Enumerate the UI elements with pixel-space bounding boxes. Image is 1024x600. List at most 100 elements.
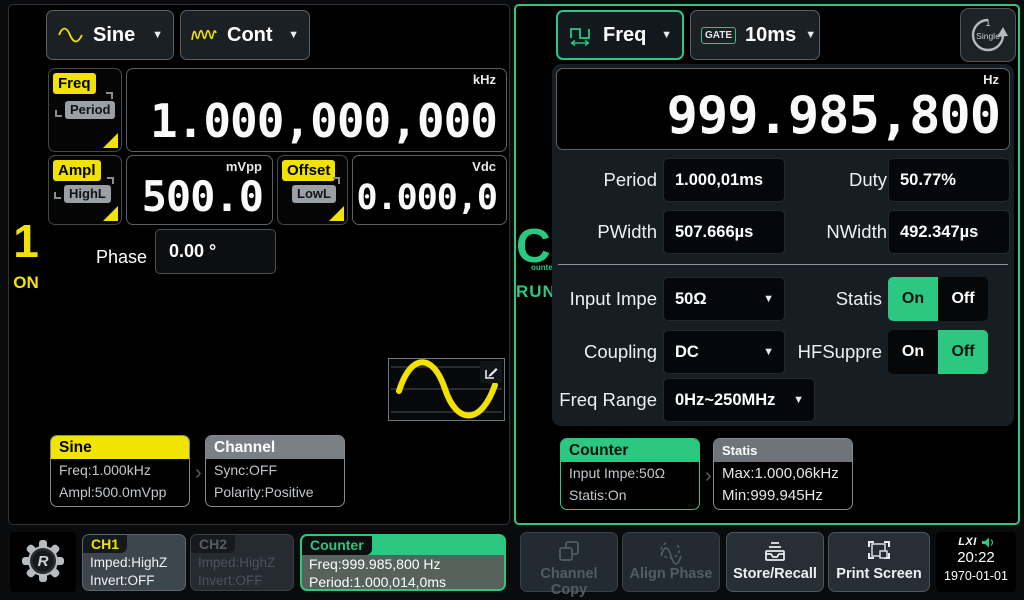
statis-off-button[interactable]: Off	[938, 277, 988, 321]
corner-mark	[54, 192, 61, 199]
chevron-down-icon: ▼	[288, 29, 299, 41]
hfsuppre-toggle: On Off	[888, 330, 988, 374]
offset-unit: Vdc	[472, 159, 496, 174]
counter-status-line: Period:1.000,014,0ms	[302, 573, 504, 591]
footer-card-line: Statis:On	[561, 485, 699, 506]
statis-label: Statis	[787, 288, 882, 310]
footer-card-counter-title: Counter	[561, 439, 699, 462]
frequency-display[interactable]: kHz 1.000,000,000	[126, 68, 507, 152]
footer-card-channel[interactable]: Channel Sync:OFF Polarity:Positive	[205, 435, 345, 507]
ch2-status-line: Invert:OFF	[191, 572, 293, 590]
status-date: 1970-01-01	[936, 568, 1016, 584]
hfsuppre-on-button[interactable]: On	[888, 330, 938, 374]
pwidth-value[interactable]: 507.666µs	[663, 210, 785, 254]
input-impedance-label: Input Impe	[557, 288, 657, 310]
footer-card-sine[interactable]: Sine Freq:1.000kHz Ampl:500.0mVpp	[50, 435, 190, 507]
input-impedance-select[interactable]: 50Ω ▼	[663, 277, 785, 321]
channel-on-label: ON	[9, 273, 43, 293]
chevron-down-icon: ▼	[661, 29, 672, 41]
nwidth-label: NWidth	[787, 221, 887, 243]
ch1-tab: CH1	[83, 535, 127, 553]
edit-waveform-button[interactable]	[480, 361, 502, 383]
nwidth-value[interactable]: 492.347µs	[888, 210, 1010, 254]
counter-panel: C ounter RUN Freq ▼ GATE 10ms ▼ 1	[514, 4, 1020, 525]
offset-lowlevel-softkey[interactable]: Offset LowL	[277, 155, 348, 225]
chevron-right-icon: ›	[195, 462, 202, 485]
footer-card-line: Ampl:500.0mVpp	[51, 482, 189, 503]
ch1-status-card[interactable]: CH1 Imped:HighZ Invert:OFF	[82, 534, 186, 591]
hfsuppre-off-button[interactable]: Off	[938, 330, 988, 374]
hfsuppre-label: HFSuppre	[778, 341, 882, 363]
ch2-status-line: Imped:HighZ	[191, 554, 293, 572]
chevron-down-icon: ▼	[763, 278, 774, 320]
counter-mode-label: Freq	[603, 24, 652, 47]
footer-card-channel-title: Channel	[206, 436, 344, 459]
phase-label: Phase	[29, 247, 147, 268]
statis-on-button[interactable]: On	[888, 277, 938, 321]
gate-badge: GATE	[701, 27, 736, 44]
highlevel-key-label: HighL	[64, 185, 111, 203]
footer-card-line: Input Impe:50Ω	[561, 463, 699, 484]
run-mode-select[interactable]: Cont ▼	[180, 10, 310, 60]
run-mode-label: Cont	[227, 24, 279, 47]
utility-gear-button[interactable]: R	[10, 532, 76, 592]
lowlevel-key-label: LowL	[292, 185, 336, 203]
continuous-wave-icon	[191, 25, 218, 45]
single-count: 1	[961, 18, 1015, 28]
print-screen-button[interactable]: Print Screen	[828, 532, 930, 592]
corner-mark	[333, 177, 340, 184]
counter-letter: C ounter	[516, 222, 550, 272]
waveform-select[interactable]: Sine ▼	[46, 10, 174, 60]
copy-icon	[521, 539, 617, 565]
footer-card-statis[interactable]: Statis Max:1.000,06kHz Min:999.945Hz	[713, 438, 853, 510]
phase-input[interactable]: 0.00 °	[155, 229, 276, 274]
channel-copy-button[interactable]: Channel Copy	[520, 532, 618, 592]
counter-status-card[interactable]: Counter Freq:999.985,800 Hz Period:1.000…	[300, 534, 506, 591]
align-phase-icon	[623, 539, 719, 565]
ch2-tab: CH2	[191, 535, 235, 553]
brand-logo-letter: R	[32, 551, 54, 573]
counter-mode-select[interactable]: Freq ▼	[556, 10, 684, 60]
single-run-button[interactable]: 1 Single	[960, 8, 1016, 62]
counter-state-badge[interactable]: C ounter RUN	[516, 222, 550, 302]
period-key-label: Period	[65, 101, 115, 119]
store-recall-label: Store/Recall	[727, 566, 823, 582]
offset-key-label: Offset	[282, 160, 335, 181]
counter-main-display[interactable]: Hz 999.985,800	[556, 68, 1010, 150]
waveform-select-label: Sine	[93, 24, 143, 47]
gate-time-select[interactable]: GATE 10ms ▼	[690, 10, 820, 60]
ampl-key-label: Ampl	[53, 160, 101, 181]
counter-value: 999.985,800	[667, 86, 1000, 146]
footer-card-line: Freq:1.000kHz	[51, 460, 189, 481]
amplitude-display[interactable]: mVpp 500.0	[126, 155, 273, 225]
align-phase-label: Align Phase	[623, 566, 719, 582]
freq-range-select[interactable]: 0Hz~250MHz ▼	[663, 378, 815, 422]
speaker-icon	[981, 537, 994, 548]
ch1-status-line: Imped:HighZ	[83, 554, 185, 572]
fine-tune-triangle-icon	[329, 206, 344, 221]
ampl-highlevel-softkey[interactable]: Ampl HighL	[48, 155, 122, 225]
print-screen-icon	[829, 539, 929, 565]
ch1-status-line: Invert:OFF	[83, 572, 185, 590]
align-phase-button[interactable]: Align Phase	[622, 532, 720, 592]
waveform-preview[interactable]	[388, 358, 505, 421]
footer-card-statis-title: Statis	[714, 439, 852, 462]
duty-value[interactable]: 50.77%	[888, 158, 1010, 202]
counter-card-header: Counter	[302, 536, 504, 555]
footer-card-counter[interactable]: Counter Input Impe:50Ω Statis:On	[560, 438, 700, 510]
chevron-down-icon: ▼	[793, 379, 804, 421]
period-value[interactable]: 1.000,01ms	[663, 158, 785, 202]
period-label: Period	[557, 169, 657, 191]
chevron-down-icon: ▼	[805, 29, 816, 41]
footer-card-line: Min:999.945Hz	[714, 485, 852, 506]
coupling-select[interactable]: DC ▼	[663, 330, 785, 374]
freq-period-softkey[interactable]: Freq Period	[48, 68, 122, 152]
ch2-status-card[interactable]: CH2 Imped:HighZ Invert:OFF	[190, 534, 294, 591]
lxi-logo: LXI	[958, 536, 977, 548]
sine-icon	[57, 26, 84, 44]
fine-tune-triangle-icon	[103, 206, 118, 221]
corner-mark	[107, 177, 114, 184]
single-label: Single	[961, 31, 1015, 41]
store-recall-button[interactable]: Store/Recall	[726, 532, 824, 592]
offset-display[interactable]: Vdc 0.000,0	[352, 155, 507, 225]
